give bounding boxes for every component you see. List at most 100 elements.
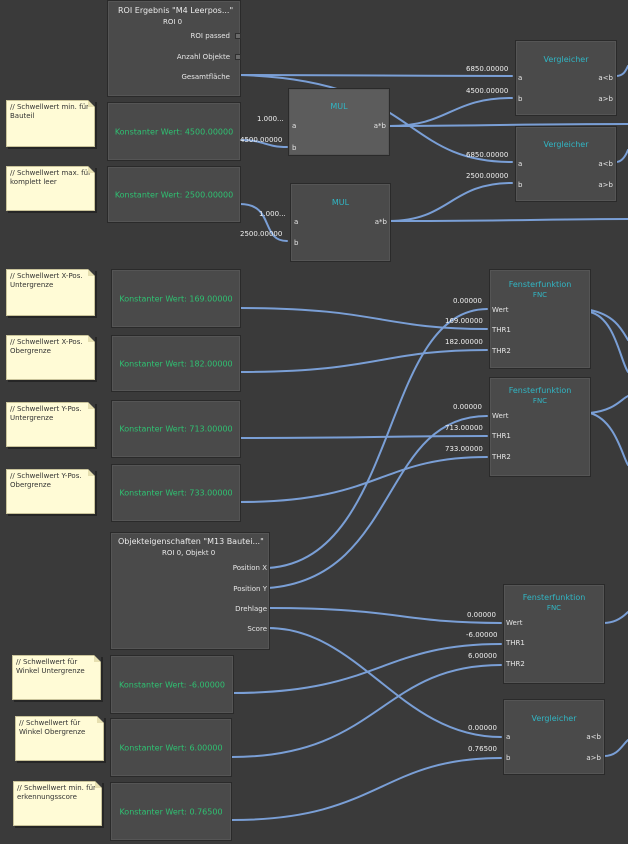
note-x-upper[interactable]: // Schwellwert X-Pos. Obergrenze [6,335,95,380]
wire [615,65,628,77]
comparator-port-lt[interactable]: a<b [598,74,613,82]
comparator-node-1[interactable]: Vergleicher a b a<b a>b [515,40,617,116]
constant-node-182[interactable]: Konstanter Wert: 182.00000 [111,335,241,392]
constant-node-733[interactable]: Konstanter Wert: 733.00000 [111,464,241,522]
constant-node-6[interactable]: Konstanter Wert: 6.00000 [110,718,232,777]
note-min-score[interactable]: // Schwellwert min. für erkennungsscore [13,781,102,826]
constant-value: Konstanter Wert: 2500.00000 [114,190,234,199]
constant-value: Konstanter Wert: 4500.00000 [114,127,234,136]
comparator-port-a[interactable]: a [518,160,522,168]
object-properties-node[interactable]: Objekteigenschaften "M13 Bautei..." ROI … [110,532,270,650]
wire [603,739,628,757]
note-max-empty[interactable]: // Schwellwert max. für komplett leer [6,166,95,211]
roi-node-subtitle: ROI 0 [163,18,183,26]
constant-node-169[interactable]: Konstanter Wert: 169.00000 [111,269,241,328]
comparator-port-lt[interactable]: a<b [598,160,613,168]
comparator-port-gt[interactable]: a>b [598,95,613,103]
comparator-port-gt[interactable]: a>b [598,181,613,189]
comparator-port-b[interactable]: b [518,181,522,189]
window-port-value[interactable]: Wert [492,412,508,420]
comparator-port-lt[interactable]: a<b [586,733,601,741]
constant-value: Konstanter Wert: 6.00000 [119,743,223,752]
roi-pin-count[interactable] [235,54,241,60]
constant-value: Konstanter Wert: -6.00000 [119,680,225,689]
mul-port-a[interactable]: a [292,122,296,130]
window-port-value[interactable]: Wert [492,306,508,314]
roi-port-count[interactable]: Anzahl Objekte [177,53,230,61]
window-function-subtitle: FNC [532,397,548,405]
mul-port-b[interactable]: b [294,239,298,247]
mul-port-out[interactable]: a*b [374,122,386,130]
window-port-thr1[interactable]: THR1 [492,326,511,334]
object-port-score[interactable]: Score [247,625,267,633]
wire [231,664,502,758]
constant-node-0765[interactable]: Konstanter Wert: 0.76500 [110,782,232,841]
constant-node-minus-6[interactable]: Konstanter Wert: -6.00000 [110,655,234,714]
mul-port-a[interactable]: a [294,218,298,226]
constant-value: Konstanter Wert: 0.76500 [119,807,223,816]
mul-port-b[interactable]: b [292,144,296,152]
note-x-lower[interactable]: // Schwellwert X-Pos. Untergrenze [6,269,95,316]
wire [388,182,513,222]
note-min-part[interactable]: // Schwellwert min. für Bauteil [6,100,95,147]
window-function-node-3[interactable]: Fensterfunktion FNC Wert THR1 THR2 [503,584,605,684]
cmp2-value-b: 2500.00000 [466,172,509,180]
note-angle-upper[interactable]: // Schwellwert für Winkel Obergrenze [15,716,104,761]
wire [388,218,628,222]
roi-result-node[interactable]: ROI Ergebnis "M4 Leerpos..." ROI 0 ROI p… [107,0,241,97]
fnc3-value-1: 0.00000 [467,611,496,619]
comparator-port-gt[interactable]: a>b [586,754,601,762]
window-port-thr1[interactable]: THR1 [506,639,525,647]
wire [388,97,513,127]
constant-value: Konstanter Wert: 733.00000 [119,488,233,498]
window-function-title: Fensterfunktion [522,593,586,602]
wire [239,349,488,373]
cmp1-value-b: 4500.00000 [466,87,509,95]
constant-value: Konstanter Wert: 182.00000 [119,359,233,368]
comparator-port-b[interactable]: b [518,95,522,103]
wire [615,149,628,163]
window-port-thr2[interactable]: THR2 [492,453,511,461]
roi-port-area[interactable]: Gesamtfläche [181,73,230,81]
roi-port-passed[interactable]: ROI passed [191,32,230,40]
constant-value: Konstanter Wert: 169.00000 [119,294,233,303]
window-port-thr1[interactable]: THR1 [492,432,511,440]
fnc2-value-1: 0.00000 [453,403,482,411]
object-port-pos-x[interactable]: Position X [233,564,267,572]
cmp2-value-a: 6850.00000 [466,151,509,159]
window-function-node-1[interactable]: Fensterfunktion FNC Wert THR1 THR2 [489,269,591,369]
window-port-thr2[interactable]: THR2 [506,660,525,668]
fnc3-value-2: -6.00000 [466,631,498,639]
note-y-upper[interactable]: // Schwellwert Y-Pos. Obergrenze [6,469,95,514]
wire [267,627,502,738]
roi-pin-passed[interactable] [235,33,241,39]
comparator-port-a[interactable]: a [506,733,510,741]
window-function-node-2[interactable]: Fensterfunktion FNC Wert THR1 THR2 [489,377,591,477]
wire [239,435,488,439]
fnc3-value-3: 6.00000 [468,652,497,660]
comparator-node-2[interactable]: Vergleicher a b a<b a>b [515,126,617,202]
window-port-thr2[interactable]: THR2 [492,347,511,355]
mul-node-2[interactable]: MUL a b a*b [290,183,391,262]
mul-node-1[interactable]: MUL a b a*b [288,88,390,156]
fnc2-value-3: 733.00000 [445,445,483,453]
constant-node-2500[interactable]: Konstanter Wert: 2500.00000 [107,166,241,223]
constant-node-713[interactable]: Konstanter Wert: 713.00000 [111,400,241,458]
wire [589,395,628,414]
comparator-node-3[interactable]: Vergleicher a b a<b a>b [503,699,605,775]
constant-node-4500[interactable]: Konstanter Wert: 4500.00000 [107,102,241,161]
window-port-value[interactable]: Wert [506,619,522,627]
note-angle-lower[interactable]: // Schwellwert für Winkel Untergrenze [12,655,101,700]
mul-title: MUL [330,102,348,111]
comparator-title: Vergleicher [543,55,589,64]
object-port-rotation[interactable]: Drehlage [235,605,267,613]
comparator-port-b[interactable]: b [506,754,510,762]
wire [231,757,502,821]
comparator-port-a[interactable]: a [518,74,522,82]
note-y-lower[interactable]: // Schwellwert Y-Pos. Untergrenze [6,402,95,447]
object-node-title: Objekteigenschaften "M13 Bautei..." [118,537,264,546]
fnc1-value-1: 0.00000 [453,297,482,305]
object-port-pos-y[interactable]: Position Y [233,585,267,593]
cmp3-value-b: 0.76500 [468,745,497,753]
mul-port-out[interactable]: a*b [375,218,387,226]
